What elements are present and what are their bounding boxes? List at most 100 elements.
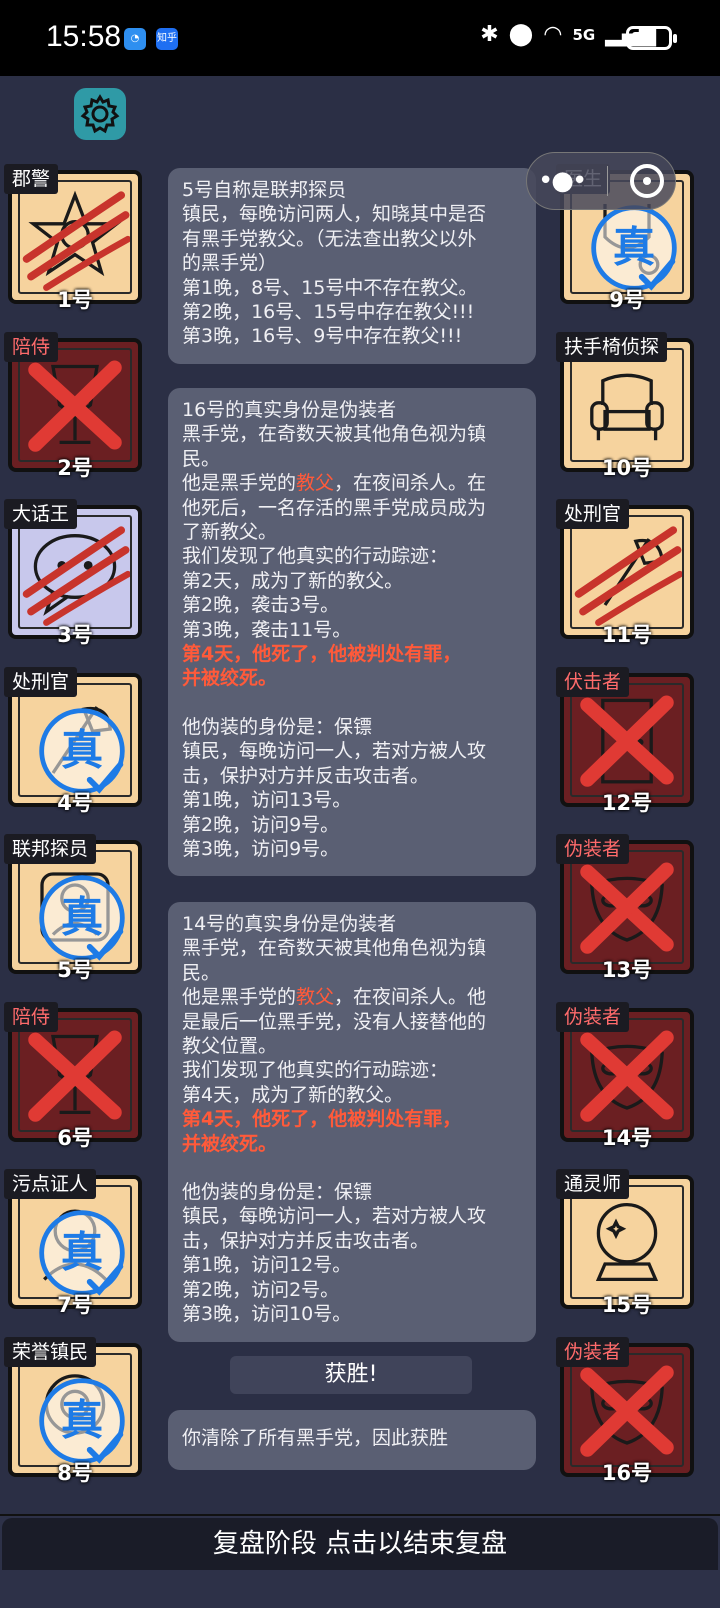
- signal-5g-icon: 5G: [572, 25, 596, 44]
- role-label: 处刑官: [4, 666, 78, 697]
- role-label: 荣誉镇民: [4, 1336, 97, 1367]
- player-number: 13号: [601, 958, 653, 982]
- zhihu-app-icon: 知乎: [156, 28, 178, 50]
- message-line: 镇民，每晚访问一人，若对方被人攻: [182, 1205, 487, 1228]
- location-icon: ⬤: [508, 22, 534, 47]
- svg-text:真: 真: [61, 892, 103, 941]
- svg-text:真: 真: [61, 725, 103, 774]
- player-card[interactable]: 处刑官 11号: [556, 499, 694, 647]
- message-line: 第3晚，袭击11号。: [182, 618, 352, 641]
- player-card[interactable]: 通灵师 15号: [556, 1169, 694, 1317]
- message-line: 镇民，每晚访问一人，若对方被人攻: [182, 740, 487, 763]
- message-line: 第1晚，8号、15号中不存在教父。: [182, 276, 478, 299]
- role-label: 伪装者: [556, 834, 630, 864]
- player-card[interactable]: 真 联邦探员 5号: [4, 834, 142, 982]
- bluetooth-icon: ✱: [480, 22, 499, 47]
- eliminated-x-icon: [28, 359, 122, 452]
- end-review-button[interactable]: 复盘阶段 点击以结束复盘: [2, 1518, 718, 1570]
- true-verified-icon: 真: [39, 707, 125, 794]
- footer-bar: 复盘阶段 点击以结束复盘: [0, 1514, 720, 1608]
- player-number: 1号: [57, 288, 93, 312]
- true-verified-icon: 真: [39, 1377, 125, 1464]
- message-line: 的黑手党）: [182, 252, 278, 275]
- claw-slash-icon: [22, 191, 130, 291]
- status-time: 15:58: [46, 20, 122, 53]
- message-line: 第2晚，访问2号。: [182, 1278, 340, 1301]
- player-card[interactable]: 伪装者 16号: [556, 1336, 694, 1485]
- player-card[interactable]: 郡警 1号: [4, 164, 142, 312]
- message-line: 他伪装的身份是：保镖: [182, 1181, 373, 1204]
- message-line: 了新教父。: [182, 521, 278, 544]
- player-number: 15号: [601, 1293, 653, 1317]
- armchair-icon: [590, 373, 664, 440]
- player-number: 12号: [601, 790, 653, 815]
- svg-text:真: 真: [61, 1227, 103, 1276]
- svg-text:真: 真: [61, 1395, 103, 1444]
- player-card[interactable]: 扶手椅侦探 10号: [556, 331, 694, 480]
- role-label: 陪侍: [4, 331, 59, 362]
- message-line: 14号的真实身份是伪装者: [182, 913, 397, 935]
- message-line: 5号自称是联邦探员: [182, 179, 347, 201]
- message-card: 14号的真实身份是伪装者 黑手党，在奇数天被其他角色视为镇 民。 他是黑手党的教…: [168, 902, 536, 1342]
- message-line: 16号的真实身份是伪装者: [182, 399, 397, 421]
- player-card[interactable]: 真 污点证人 7号: [4, 1169, 142, 1317]
- message-line: 第3晚，访问10号。: [182, 1303, 352, 1326]
- role-label: 通灵师: [556, 1169, 630, 1199]
- player-card[interactable]: 伪装者 13号: [556, 834, 694, 982]
- eliminated-x-icon: [580, 1364, 674, 1457]
- message-line: 镇民，每晚访问两人，知晓其中是否: [182, 203, 487, 226]
- more-menu-button[interactable]: •●•: [538, 166, 587, 196]
- message-line: 黑手党，在奇数天被其他角色视为镇: [182, 423, 487, 446]
- player-number: 8号: [57, 1460, 93, 1485]
- role-label: 伪装者: [556, 1001, 630, 1032]
- role-label: 伪装者: [556, 1336, 630, 1367]
- message-line: 他伪装的身份是：保镖: [182, 715, 373, 738]
- player-card[interactable]: 陪侍 6号: [4, 1001, 142, 1150]
- message-line: 第2晚，16号、15号中存在教父!!!: [182, 301, 475, 324]
- message-line: 第3晚，访问9号。: [182, 837, 340, 860]
- true-verified-icon: 真: [39, 1210, 125, 1296]
- player-card[interactable]: 伏击者 12号: [556, 666, 694, 815]
- app-notification-icon: ◔: [124, 28, 146, 50]
- death-line: 并被绞死。: [182, 1132, 278, 1155]
- message-line: 我们发现了他真实的行动踪迹：: [182, 1059, 449, 1082]
- player-number: 2号: [57, 455, 93, 480]
- message-line: 第3晚，16号、9号中存在教父!!!: [182, 325, 463, 348]
- message-line: 黑手党，在奇数天被其他角色视为镇: [182, 937, 487, 960]
- role-label: 陪侍: [4, 1001, 59, 1032]
- message-line: 有黑手党教父。（无法查出教父以外: [182, 227, 477, 250]
- close-miniprogram-button[interactable]: [630, 164, 665, 198]
- message-line: 他死后，一名存活的黑手党成员成为: [182, 496, 487, 519]
- player-card[interactable]: 伪装者 14号: [556, 1001, 694, 1150]
- player-card[interactable]: 真 处刑官 4号: [4, 666, 142, 815]
- claw-slash-icon: [22, 526, 130, 626]
- highlight-godfather: 教父: [296, 986, 335, 1009]
- death-line: 第4天，他死了，他被判处有罪，: [182, 643, 462, 666]
- player-number: 14号: [601, 1125, 653, 1150]
- miniprogram-capsule: •●•: [526, 152, 676, 210]
- player-number: 11号: [601, 623, 653, 647]
- role-label: 处刑官: [556, 499, 630, 529]
- player-number: 16号: [601, 1460, 653, 1485]
- message-line: 击，保护对方并反击攻击者。: [182, 764, 430, 787]
- eliminated-x-icon: [28, 1029, 122, 1122]
- message-line: 第1晚，访问12号。: [182, 1254, 352, 1277]
- wifi-icon: ◠: [543, 22, 563, 47]
- role-label: 大话王: [4, 499, 78, 529]
- message-line: 他是黑手党的教父，在夜间杀人。在: [182, 472, 487, 495]
- player-card[interactable]: 真 荣誉镇民 8号: [4, 1336, 142, 1485]
- player-card[interactable]: 大话王 3号: [4, 499, 142, 647]
- message-line: 第2晚，访问9号。: [182, 813, 340, 836]
- highlight-godfather: 教父: [296, 472, 335, 495]
- role-label: 伏击者: [556, 666, 630, 697]
- status-bar: 15:58 ◔ 知乎 ✱ ⬤ ◠ 5G ▂▄▆: [0, 0, 720, 76]
- message-card: 16号的真实身份是伪装者 黑手党，在奇数天被其他角色视为镇 民。 他是黑手党的教…: [168, 388, 536, 876]
- message-line: 第2天，成为了新的教父。: [182, 569, 404, 592]
- settings-gear-button[interactable]: [74, 88, 126, 140]
- death-line: 第4天，他死了，他被判处有罪，: [182, 1108, 462, 1131]
- role-label: 扶手椅侦探: [556, 331, 668, 362]
- gear-icon: [80, 94, 120, 134]
- player-card[interactable]: 陪侍 2号: [4, 331, 142, 480]
- true-verified-icon: 真: [39, 875, 125, 961]
- player-number: 3号: [57, 623, 93, 647]
